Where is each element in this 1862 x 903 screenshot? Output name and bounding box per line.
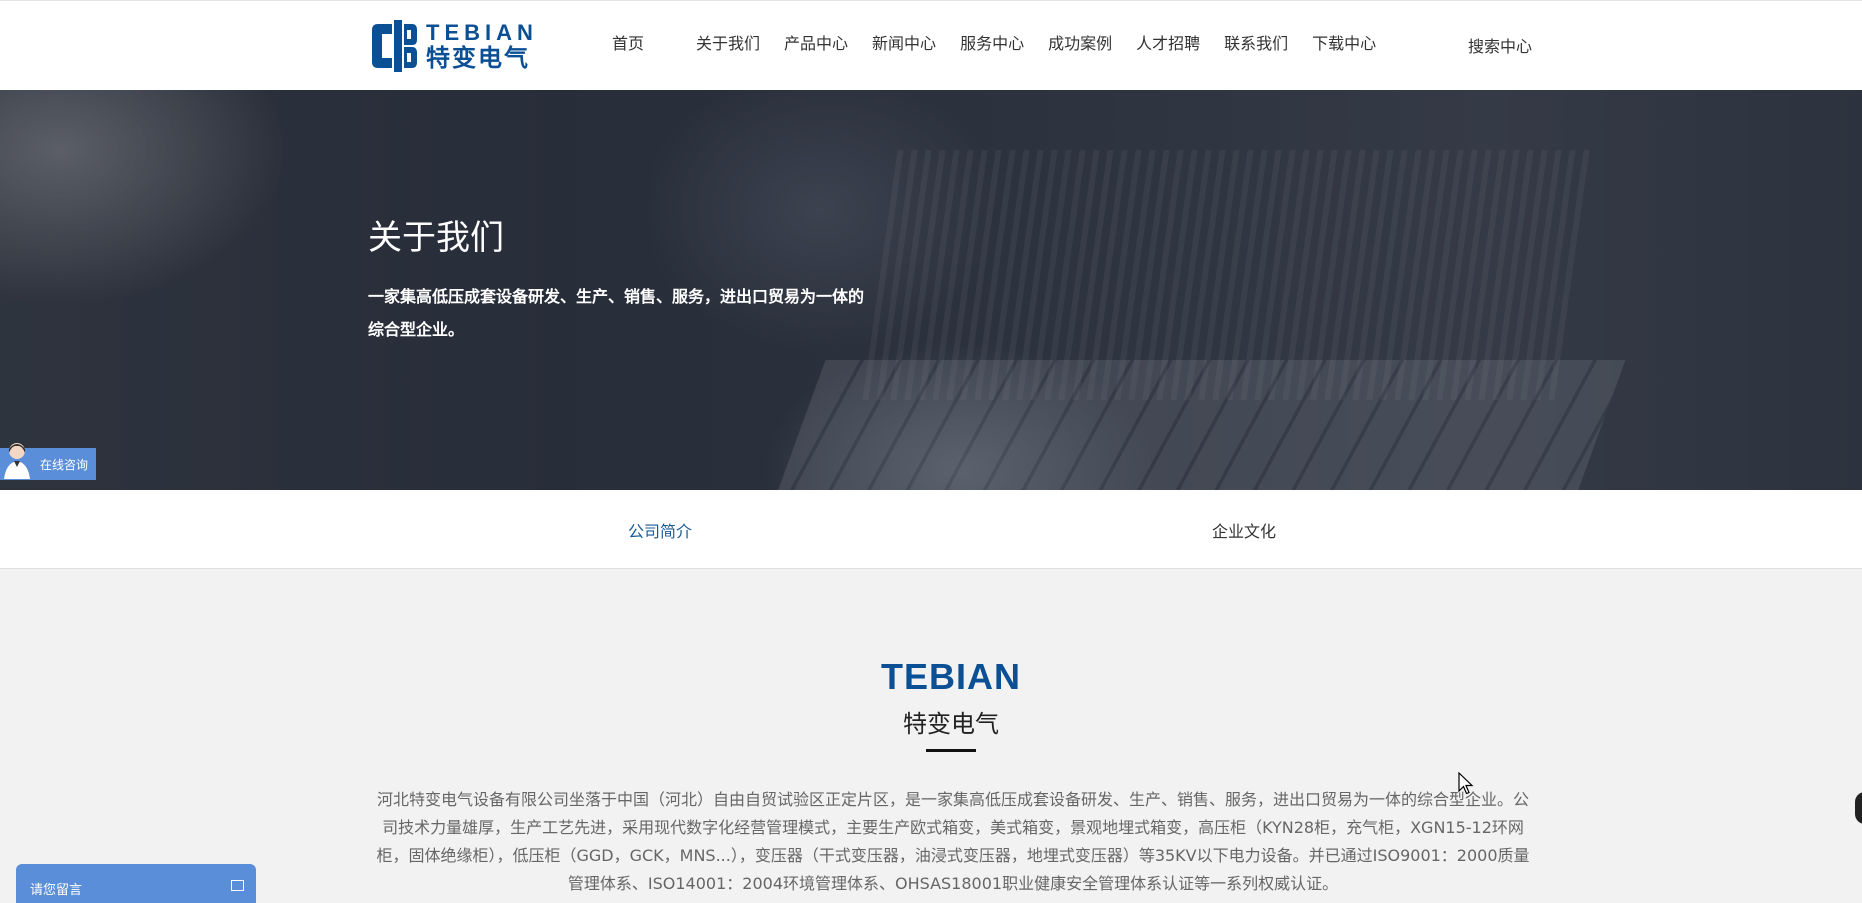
about-subnav: 公司简介 企业文化	[0, 490, 1862, 569]
hero-subtitle: 一家集高低压成套设备研发、生产、销售、服务，进出口贸易为一体的综合型企业。	[368, 287, 865, 339]
nav-item-contact[interactable]: 联系我们	[1212, 31, 1300, 57]
nav-item-home[interactable]: 首页	[600, 31, 684, 57]
logo-text-en: TEBIAN	[426, 20, 538, 45]
nav-item-about[interactable]: 关于我们	[684, 31, 772, 57]
section-brand-en: TEBIAN	[881, 656, 1021, 697]
tab-corporate-culture[interactable]: 企业文化	[1212, 518, 1276, 542]
online-consult-label: 在线咨询	[40, 457, 89, 472]
online-consult-button[interactable]: 在线咨询	[0, 443, 96, 480]
leave-message-box[interactable]: 请您留言	[16, 864, 256, 903]
expand-window-icon[interactable]	[231, 880, 244, 891]
nav-item-download[interactable]: 下载中心	[1300, 31, 1388, 57]
nav-item-cases[interactable]: 成功案例	[1036, 31, 1124, 57]
side-float-widget[interactable]	[1855, 792, 1862, 824]
section-brand-cn: 特变电气	[903, 710, 999, 738]
nav-item-news[interactable]: 新闻中心	[860, 31, 948, 57]
leave-message-label: 请您留言	[30, 883, 83, 898]
section-divider	[926, 749, 976, 752]
tab-company-profile[interactable]: 公司简介	[628, 518, 692, 542]
site-header: TEBIAN 特变电气 首页 关于我们 产品中心 新闻中心 服务中心 成功案例 …	[0, 0, 1862, 91]
customer-service-avatar-icon	[4, 443, 30, 479]
logo[interactable]: TEBIAN 特变电气	[370, 19, 555, 73]
nav-item-jobs[interactable]: 人才招聘	[1124, 31, 1212, 57]
logo-text-cn: 特变电气	[426, 44, 530, 72]
nav-item-service[interactable]: 服务中心	[948, 31, 1036, 57]
mouse-cursor-icon	[1458, 772, 1474, 795]
tebian-logo-icon	[372, 20, 417, 72]
hero-banner: 关于我们 一家集高低压成套设备研发、生产、销售、服务，进出口贸易为一体的综合型企…	[0, 90, 1862, 490]
hero-title: 关于我们	[368, 218, 504, 258]
main-nav: 首页 关于我们 产品中心 新闻中心 服务中心 成功案例 人才招聘 联系我们 下载…	[600, 31, 1388, 57]
company-intro-text: 河北特变电气设备有限公司坐落于中国（河北）自由自贸试验区正定片区，是一家集高低压…	[376, 790, 1530, 893]
nav-item-products[interactable]: 产品中心	[772, 31, 860, 57]
search-center-link[interactable]: 搜索中心	[1468, 33, 1532, 57]
